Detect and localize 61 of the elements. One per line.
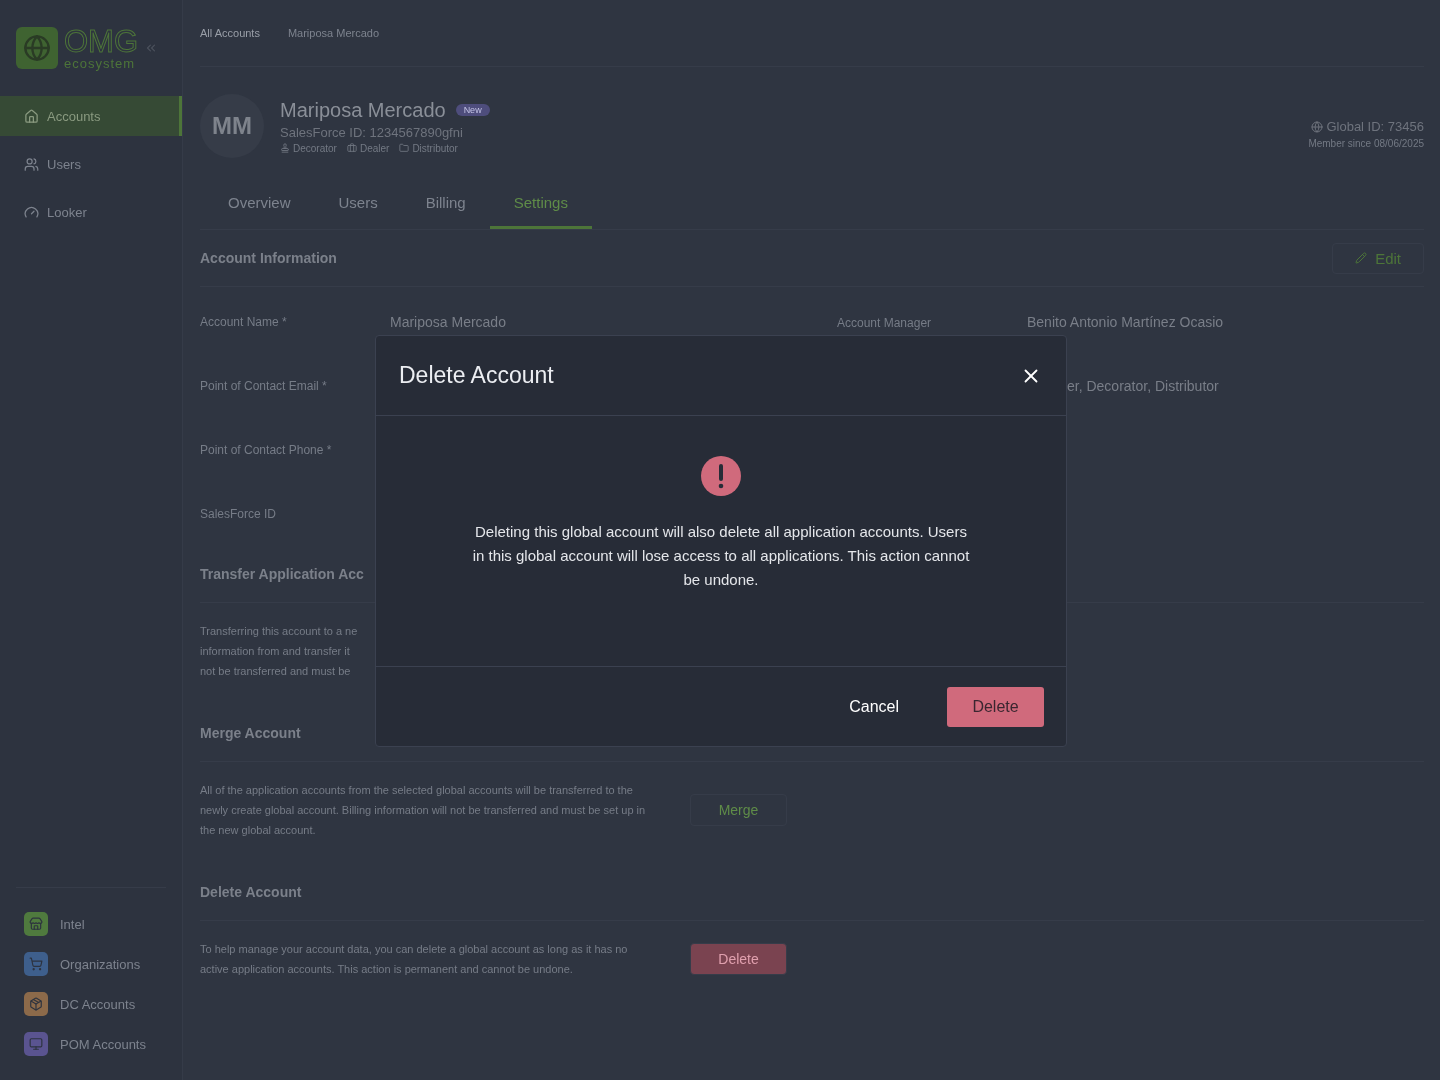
tab[interactable]: Billing (401, 182, 490, 229)
description-text: All of the application accounts from the selected global accounts will be transferred to the newly create global account. Billing information will not be transferred and must be set up in the new global account. (200, 783, 647, 838)
logo-icon (16, 27, 58, 69)
app-item[interactable]: Intel (0, 904, 182, 944)
new-badge: New (455, 104, 490, 116)
app-label: DC Accounts (60, 996, 136, 1012)
tab[interactable]: Users (314, 182, 402, 229)
warning-icon (701, 456, 741, 496)
pencil-icon (1355, 252, 1368, 264)
dialog-message: Deleting this global account will also delete all application accounts. Users in this global account will lose access to all applications. This action cannot be undone. (471, 522, 971, 590)
dialog-title: Delete Account (399, 362, 554, 389)
field-label: Account Manager (837, 316, 932, 330)
field-label: Account Name * (200, 315, 288, 329)
gauge-icon (24, 204, 39, 220)
member-since: Member since 08/06/2025 (1308, 138, 1424, 149)
description-text: To help manage your account data, you can delete a global account as long as it has no active application accounts. This action is permanent and cannot be undone. (200, 942, 629, 977)
globe-icon (1311, 120, 1324, 133)
folder-icon (399, 143, 410, 153)
field-value: er, Decorator, Distributor (1066, 378, 1219, 394)
app-item[interactable]: POM Accounts (0, 1024, 182, 1064)
field-label: Point of Contact Phone * (200, 443, 333, 457)
field-value: Mariposa Mercado (390, 314, 506, 330)
app-label: Intel (60, 916, 85, 932)
home-icon (24, 108, 39, 124)
app-label: Organizations (60, 956, 141, 972)
logo-text: OMG (64, 26, 139, 57)
cancel-button[interactable]: Cancel (825, 687, 923, 726)
breadcrumb-link[interactable]: All Accounts (200, 27, 260, 39)
section-title: Transfer Application Acc (200, 566, 364, 582)
account-type: Dealer (359, 142, 390, 154)
salesforce-id: SalesForce ID: 1234567890gfni (280, 124, 464, 140)
avatar: MM (200, 94, 264, 158)
section-title: Merge Account (200, 725, 301, 741)
nav-item[interactable]: Accounts (0, 96, 182, 136)
field-label: SalesForce ID (200, 507, 278, 521)
app-item[interactable]: Organizations (0, 944, 182, 984)
description-text: Transferring this account to a ne (200, 624, 358, 639)
edit-button[interactable]: Edit (1332, 242, 1424, 274)
account-name: Mariposa Mercado (280, 98, 446, 122)
description-text: not be transferred and must be (200, 664, 352, 679)
logo-tagline: ecosystem (64, 57, 137, 70)
nav-item[interactable]: Users (0, 144, 182, 184)
section-title: Delete Account (200, 884, 302, 900)
account-type: Distributor (412, 142, 458, 154)
description-text: information from and transfer it (200, 644, 351, 659)
stamp-icon (280, 143, 290, 153)
delete-button[interactable]: Delete (947, 686, 1044, 727)
merge-button[interactable]: Merge (690, 794, 787, 826)
briefcase-icon (346, 143, 357, 153)
global-id: Global ID: 73456 (1326, 119, 1424, 134)
field-value: Benito Antonio Martínez Ocasio (1027, 314, 1224, 330)
account-type: Decorator (293, 142, 337, 154)
delete-button[interactable]: Delete (690, 943, 787, 975)
users-icon (24, 156, 39, 172)
tab[interactable]: Settings (489, 182, 592, 229)
nav-item[interactable]: Looker (0, 192, 182, 232)
section-title: Account Information (200, 250, 337, 266)
tab[interactable]: Overview (204, 182, 315, 229)
app-label: POM Accounts (60, 1036, 146, 1052)
field-label: Point of Contact Email * (200, 379, 328, 393)
app-item[interactable]: DC Accounts (0, 984, 182, 1024)
